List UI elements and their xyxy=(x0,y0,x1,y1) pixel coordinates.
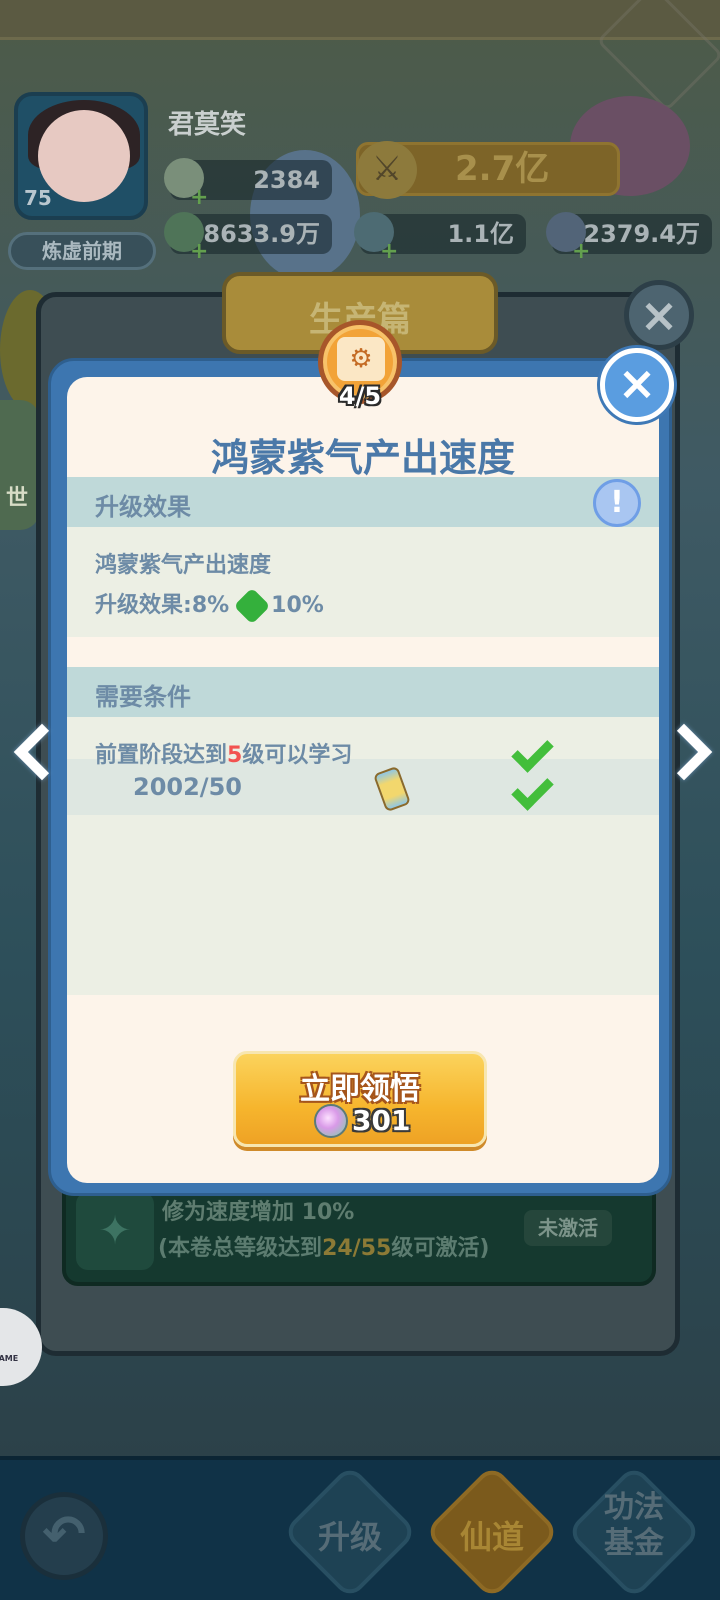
wing-resource[interactable]: + 2379.4万 xyxy=(546,212,712,264)
requirements-header: 需要条件 xyxy=(67,667,659,717)
player-realm: 炼虚前期 xyxy=(8,232,156,270)
card-condition-value: 24/55 xyxy=(322,1236,392,1261)
nav-fund-label: 功法 基金 xyxy=(584,1490,684,1562)
upgrade-dialog: 鸿蒙紫气产出速度 升级效果 ! 鸿蒙紫气产出速度 升级效果:8% 10% 需要条件… xyxy=(48,358,672,1196)
check-icon xyxy=(513,773,553,801)
bottom-navigation: ↶ 升级 仙道 功法 基金 xyxy=(0,1456,720,1600)
crystal-value: 1.1亿 xyxy=(447,220,514,248)
add-wing-icon: + xyxy=(572,239,591,264)
requirement-stage-value: 5 xyxy=(227,743,243,768)
crystal-resource[interactable]: + 1.1亿 xyxy=(354,212,526,264)
upgrade-dialog-body: 鸿蒙紫气产出速度 升级效果 ! 鸿蒙紫气产出速度 升级效果:8% 10% 需要条件… xyxy=(67,377,659,1183)
power-value: 2.7亿 xyxy=(455,149,550,189)
add-peach-icon: + xyxy=(190,185,209,210)
upgrade-effect-header: 升级效果 ! xyxy=(67,477,659,527)
combat-power: ⚔ 2.7亿 xyxy=(356,141,620,199)
requirement-stage: 前置阶段达到5级可以学习 xyxy=(95,737,352,769)
comprehend-now-button[interactable]: 立即领悟 301 xyxy=(233,1051,487,1147)
peach-value: 2384 xyxy=(253,166,320,194)
info-icon[interactable]: ! xyxy=(593,479,641,527)
player-name: 君莫笑 xyxy=(168,110,247,140)
floating-ball-label: GAME xyxy=(0,1354,19,1363)
wing-value: 2379.4万 xyxy=(583,220,700,248)
comprehend-cost: 301 xyxy=(352,1104,411,1137)
technique-card-effect: 修为速度增加 10% xyxy=(162,1200,355,1225)
nav-upgrade-label: 升级 xyxy=(317,1518,382,1556)
card-condition-suffix: 级可激活) xyxy=(391,1236,490,1261)
card-condition-prefix: (本卷总等级达到 xyxy=(158,1236,323,1261)
peach-icon xyxy=(314,1104,348,1138)
add-crystal-icon: + xyxy=(380,239,399,264)
effect-to-value: 10% xyxy=(271,593,324,618)
requirement-stage-prefix: 前置阶段达到 xyxy=(95,743,228,768)
requirements-label: 需要条件 xyxy=(95,683,191,711)
sword-icon: ⚔ xyxy=(357,141,417,199)
peach-resource[interactable]: + 2384 xyxy=(164,158,332,210)
add-jade-icon: + xyxy=(190,239,209,264)
jade-value: 8633.9万 xyxy=(203,220,320,248)
requirements-body: 前置阶段达到5级可以学习 2002/50 xyxy=(67,717,659,995)
side-banner-text: 世 xyxy=(6,486,29,511)
close-icon[interactable]: × xyxy=(600,348,674,422)
level-badge-text: 4/5 xyxy=(338,382,382,410)
effect-name: 鸿蒙紫气产出速度 xyxy=(95,553,272,578)
upgrade-effect-label: 升级效果 xyxy=(95,493,191,521)
check-icon xyxy=(513,735,553,763)
jade-resource[interactable]: + 8633.9万 xyxy=(164,212,332,264)
nav-fund-label-line1: 功法 xyxy=(604,1490,664,1525)
dialog-title: 鸿蒙紫气产出速度 xyxy=(210,436,515,480)
nav-xiandao-label: 仙道 xyxy=(459,1518,524,1556)
requirement-material-count: 2002/50 xyxy=(133,773,242,801)
arrow-right-icon xyxy=(233,587,271,625)
back-arrow-icon[interactable]: ↶ xyxy=(20,1492,108,1580)
effect-values: 升级效果:8% 10% xyxy=(95,587,324,625)
effect-prefix: 升级效果: xyxy=(95,593,192,618)
technique-card-status: 未激活 xyxy=(524,1210,612,1246)
comprehend-now-label: 立即领悟 xyxy=(300,1072,420,1107)
technique-card-icon: ✦ xyxy=(76,1192,154,1270)
upgrade-effect-body: 鸿蒙紫气产出速度 升级效果:8% 10% xyxy=(67,527,659,637)
nav-fund-label-line2: 基金 xyxy=(604,1526,664,1561)
technique-card-condition: (本卷总等级达到24/55级可激活) xyxy=(158,1230,489,1262)
technique-icon: ⚙ xyxy=(337,337,385,381)
effect-from-value: 8% xyxy=(191,593,230,618)
player-level: 75 xyxy=(24,186,52,210)
panel-close-icon[interactable]: × xyxy=(624,280,694,350)
requirement-stage-suffix: 级可以学习 xyxy=(242,743,353,768)
